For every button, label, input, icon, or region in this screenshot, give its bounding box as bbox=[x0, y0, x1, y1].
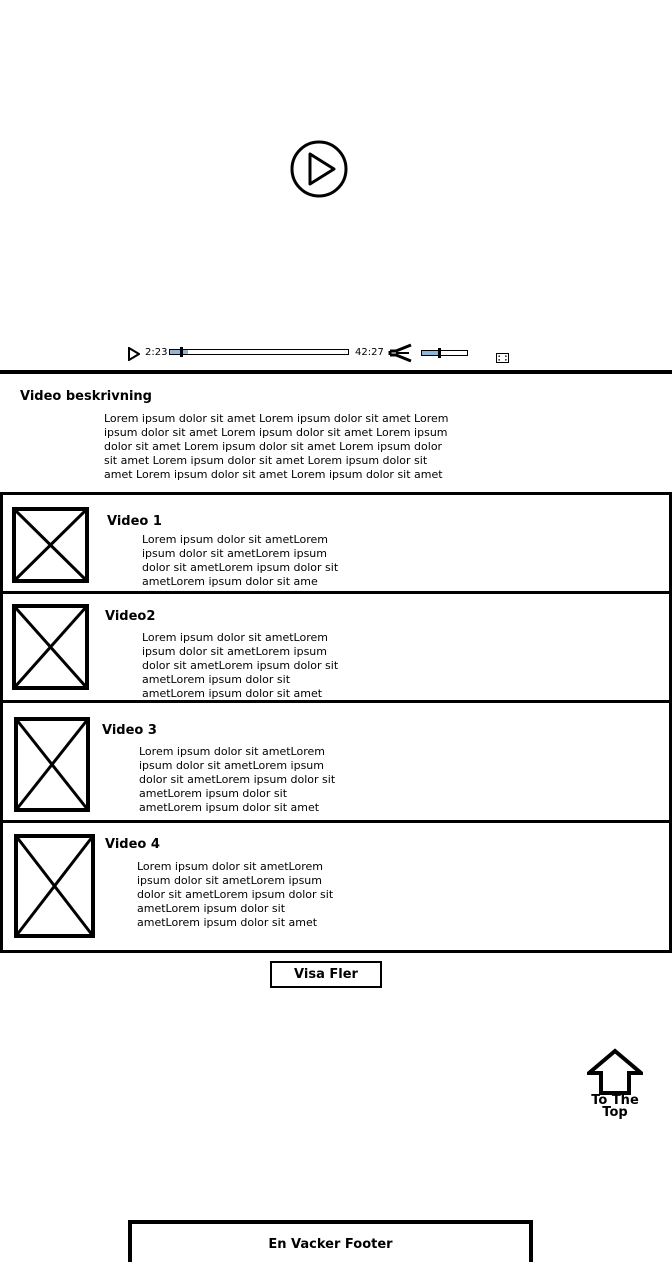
video-text: Lorem ipsum dolor sit ametLorem ipsum do… bbox=[142, 533, 339, 588]
volume-handle[interactable] bbox=[438, 348, 442, 358]
video-title: Video2 bbox=[105, 609, 156, 624]
video-title: Video 1 bbox=[107, 514, 162, 529]
seek-handle[interactable] bbox=[179, 347, 183, 357]
thumbnail-placeholder-icon bbox=[14, 717, 90, 812]
total-time: 42:27 bbox=[355, 347, 384, 358]
player-divider bbox=[0, 370, 672, 374]
description-title: Video beskrivning bbox=[20, 389, 152, 403]
fullscreen-button[interactable] bbox=[496, 348, 509, 363]
volume-slider[interactable] bbox=[421, 348, 468, 358]
video-text: Lorem ipsum dolor sit ametLorem ipsum do… bbox=[142, 631, 339, 700]
to-top-button[interactable]: To The Top bbox=[585, 1048, 645, 1124]
volume-button[interactable] bbox=[387, 343, 415, 363]
fullscreen-icon bbox=[496, 353, 509, 363]
show-more-button[interactable]: Visa Fler bbox=[270, 961, 382, 988]
thumbnail-placeholder-icon bbox=[14, 834, 95, 938]
list-item[interactable]: Video2 Lorem ipsum dolor sit ametLorem i… bbox=[3, 594, 669, 701]
control-play-button[interactable] bbox=[128, 346, 141, 362]
video-title: Video 3 bbox=[102, 723, 157, 738]
footer: En Vacker Footer bbox=[128, 1220, 533, 1262]
description-text: Lorem ipsum dolor sit amet Lorem ipsum d… bbox=[104, 412, 449, 481]
volume-level bbox=[422, 351, 440, 355]
speaker-icon bbox=[388, 343, 412, 363]
video-text: Lorem ipsum dolor sit ametLorem ipsum do… bbox=[139, 745, 336, 814]
list-item[interactable]: Video 3 Lorem ipsum dolor sit ametLorem … bbox=[3, 703, 669, 820]
seek-bar[interactable] bbox=[169, 347, 349, 357]
video-title: Video 4 bbox=[105, 837, 160, 852]
thumbnail-placeholder-icon bbox=[12, 507, 89, 583]
list-item[interactable]: Video 4 Lorem ipsum dolor sit ametLorem … bbox=[3, 823, 669, 950]
thumbnail-placeholder-icon bbox=[12, 604, 89, 690]
arrow-up-icon bbox=[587, 1048, 643, 1095]
video-text: Lorem ipsum dolor sit ametLorem ipsum do… bbox=[137, 860, 334, 929]
play-circle-icon bbox=[290, 140, 348, 198]
to-top-label: To The Top bbox=[591, 1093, 639, 1120]
play-button[interactable] bbox=[290, 140, 348, 198]
play-icon bbox=[128, 346, 141, 362]
list-item[interactable]: Video 1 Lorem ipsum dolor sit ametLorem … bbox=[3, 495, 669, 592]
current-time: 2:23 bbox=[145, 347, 168, 358]
video-list: Video 1 Lorem ipsum dolor sit ametLorem … bbox=[0, 492, 672, 953]
